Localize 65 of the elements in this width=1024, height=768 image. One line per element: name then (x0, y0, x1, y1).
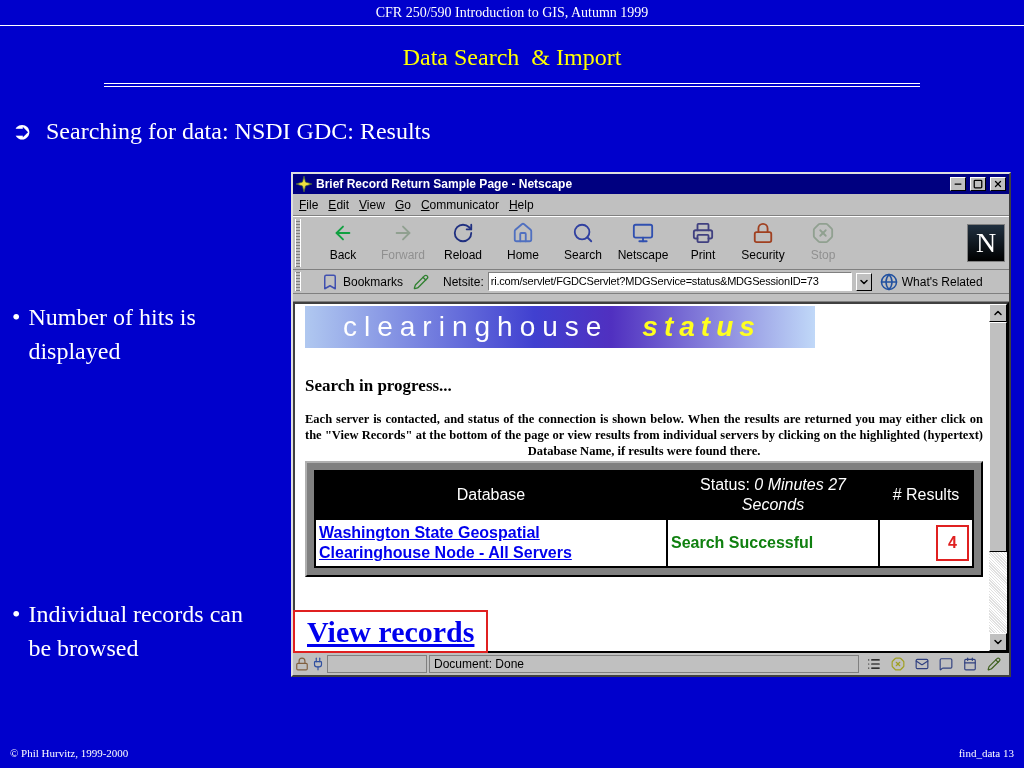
menu-item[interactable]: Edit (328, 195, 350, 214)
padlock-icon (752, 222, 774, 244)
padlock-icon (295, 657, 309, 671)
status-text: Document: Done (429, 655, 859, 673)
pencil-icon (987, 657, 1001, 671)
toolbar-button[interactable]: Print (673, 222, 733, 264)
toolbar-button[interactable]: Reload (433, 222, 493, 264)
toolbar-button[interactable]: Search (553, 222, 613, 264)
monitor-icon (632, 222, 654, 244)
banner-text: status (642, 310, 761, 344)
menu-item[interactable]: Help (508, 195, 534, 214)
bullet-text: Individual records can be browsed (28, 600, 244, 663)
plug-icon (311, 657, 325, 671)
starburst-icon (296, 176, 312, 192)
toolbar-button[interactable]: Home (493, 222, 553, 264)
stop-icon (812, 222, 834, 244)
page-paragraph: Each server is contacted, and status of the connection is shown below. When the results are returned you may either click on the "View Records" at the bottom of the page or view results from individual servers by clicking on the highlighted (hypertext) Database Name, if results were found there. (305, 410, 983, 459)
toolbar-grip[interactable] (295, 219, 301, 267)
bullet-marker: • (12, 303, 21, 332)
reload-icon (452, 222, 474, 244)
chat-icon (939, 657, 953, 671)
close-icon (993, 179, 1003, 189)
toolbar-button[interactable]: Back (313, 222, 373, 264)
banner-text: clearinghouse (343, 310, 609, 344)
mail-icon (915, 657, 929, 671)
menu-item[interactable]: Communicator (420, 195, 499, 214)
whats-related-button[interactable]: What's Related (901, 272, 983, 291)
calendar-icon (963, 657, 977, 671)
minimize-button[interactable] (950, 177, 966, 191)
page-heading: Search in progress... (305, 375, 453, 397)
close-button[interactable] (990, 177, 1006, 191)
footer-author: © Phil Hurvitz, 1999-2000 (10, 745, 129, 761)
url-dropdown-button[interactable] (855, 272, 872, 291)
search-icon (572, 222, 594, 244)
url-field[interactable]: ri.com/servlet/FGDCServlet?MDGService=status&MDGSessionID=73 (487, 272, 852, 291)
netsite-label: Netsite: (443, 273, 484, 291)
toolbar-button[interactable]: Security (733, 222, 793, 264)
bullet-marker: • (12, 600, 21, 629)
menu-item[interactable]: View (359, 195, 385, 214)
house-icon (512, 222, 534, 244)
printer-icon (692, 222, 714, 244)
menu-item[interactable]: Go (394, 195, 411, 214)
list-icon (867, 657, 881, 671)
bullet-text: Number of hits is displayed (28, 303, 197, 366)
pencil-icon (413, 273, 430, 290)
maximize-button[interactable] (970, 177, 986, 191)
bullet-arrow-icon: ➲ (12, 117, 32, 145)
bullet-text: Searching for data: NSDI GDC: Results (46, 117, 431, 145)
window-title: Brief Record Return Sample Page - Netscape (316, 176, 574, 193)
maximize-icon (973, 179, 983, 189)
bookmarks-button[interactable]: Bookmarks (343, 272, 404, 291)
stop-icon (891, 657, 905, 671)
toolbar-button[interactable]: Netscape (613, 222, 673, 264)
slide-title: Data Search & Import (401, 43, 623, 71)
results-count: 4 (936, 524, 969, 561)
view-records-link[interactable]: View records (293, 609, 489, 653)
menu-item[interactable]: File (299, 195, 319, 214)
globe-icon (879, 272, 898, 291)
scrollbar[interactable] (989, 304, 1007, 651)
status-cell: Search Successful (668, 519, 878, 566)
netscape-logo: N (967, 224, 1005, 262)
footer-slide-number: find_data 13 (958, 745, 1014, 761)
toolbar-grip[interactable] (295, 272, 301, 291)
bookmark-icon (321, 272, 339, 291)
slide-header: CFR 250/590 Introduction to GIS, Autumn 1999 (0, 0, 1024, 26)
